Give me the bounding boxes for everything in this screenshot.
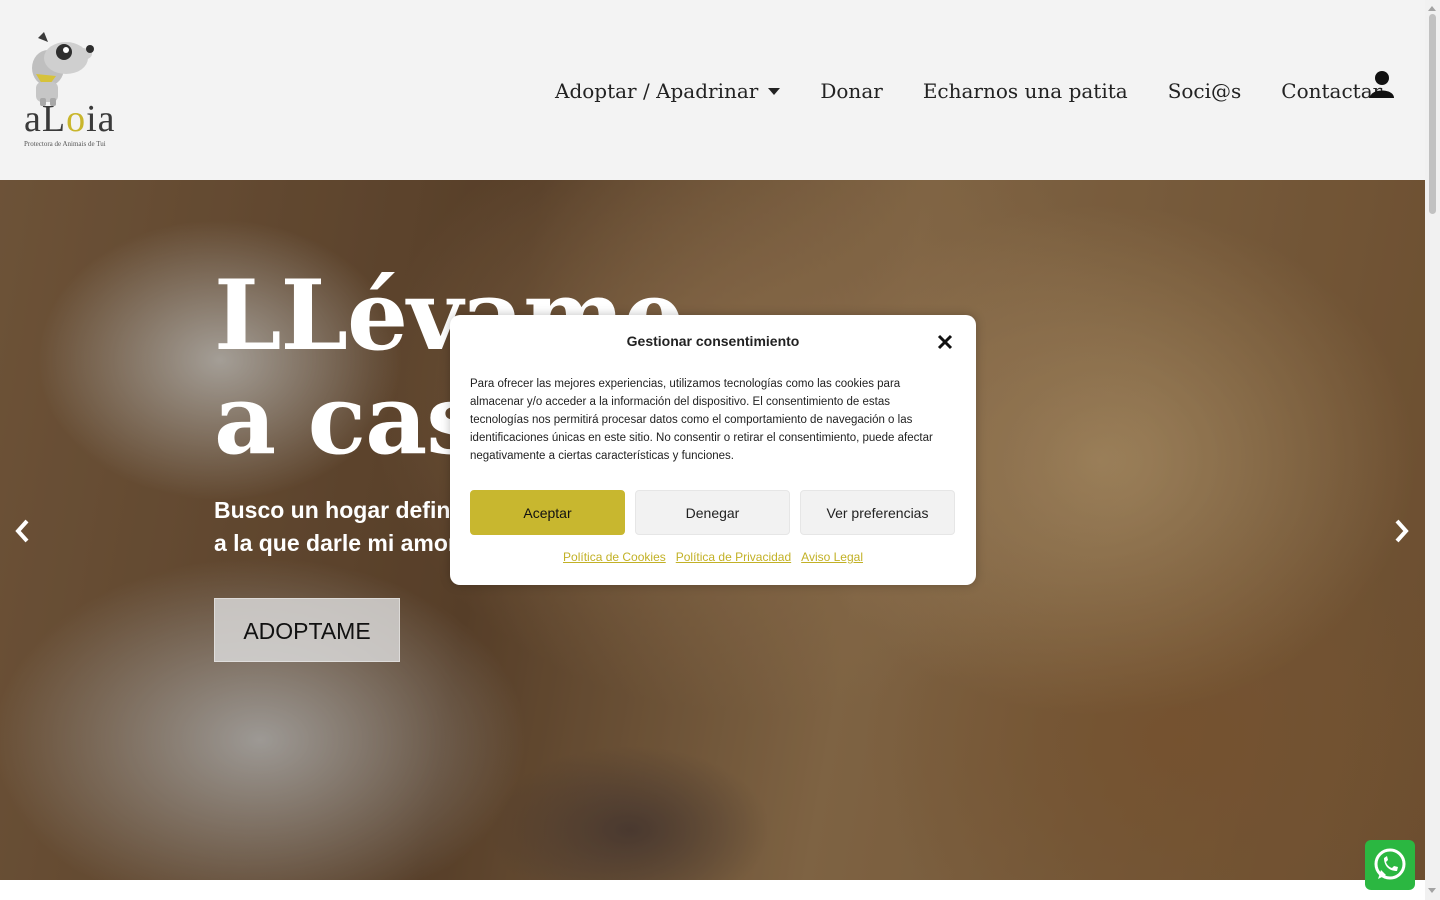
dog-logo-icon (32, 32, 94, 106)
consent-dialog: Gestionar consentimiento Para ofrecer la… (450, 315, 976, 585)
user-icon[interactable] (1368, 70, 1396, 100)
consent-text: Para ofrecer las mejores experiencias, u… (470, 378, 933, 462)
consent-title: Gestionar consentimiento (626, 333, 800, 349)
whatsapp-icon (1374, 848, 1406, 880)
deny-button[interactable]: Denegar (635, 490, 790, 535)
privacy-policy-link[interactable]: Política de Privacidad (676, 550, 791, 564)
legal-notice-link[interactable]: Aviso Legal (801, 550, 863, 564)
page-scrollbar[interactable] (1425, 0, 1440, 900)
scroll-down-icon[interactable] (1428, 888, 1436, 893)
logo-tagline: Protectora de Animais de Tui (24, 140, 106, 148)
nav-item-echarnos[interactable]: Echarnos una patita (923, 79, 1128, 103)
nav-item-donar[interactable]: Donar (820, 79, 882, 103)
preferences-button[interactable]: Ver preferencias (800, 490, 955, 535)
nav-item-adoptar[interactable]: Adoptar / Apadrinar (555, 79, 781, 103)
nav-item-label: Echarnos una patita (922, 79, 1128, 103)
scroll-up-icon[interactable] (1428, 6, 1436, 11)
nav-item-socios[interactable]: Soci@s (1168, 79, 1242, 103)
chevron-right-icon[interactable] (1392, 518, 1412, 544)
accept-button[interactable]: Aceptar (470, 490, 625, 535)
close-icon[interactable] (936, 333, 954, 351)
site-header: aLoia Protectora de Animais de Tui Adopt… (0, 0, 1425, 180)
nav-item-label: Adoptar / Apadrinar (555, 79, 759, 103)
main-nav: Adoptar / Apadrinar Donar Echarnos una p… (555, 72, 1422, 110)
caret-down-icon (768, 87, 781, 95)
scroll-thumb[interactable] (1429, 14, 1436, 214)
consent-links: Política de Cookies Política de Privacid… (450, 550, 976, 564)
site-logo[interactable]: aLoia Protectora de Animais de Tui (22, 30, 134, 154)
cookie-policy-link[interactable]: Política de Cookies (563, 550, 666, 564)
whatsapp-button[interactable] (1365, 840, 1415, 890)
adoptame-button[interactable]: ADOPTAME (214, 598, 400, 662)
nav-item-label: Soci@s (1167, 79, 1242, 103)
chevron-left-icon[interactable] (12, 518, 32, 544)
nav-item-label: Donar (820, 79, 883, 103)
logo-wordmark: aLoia (24, 98, 116, 140)
